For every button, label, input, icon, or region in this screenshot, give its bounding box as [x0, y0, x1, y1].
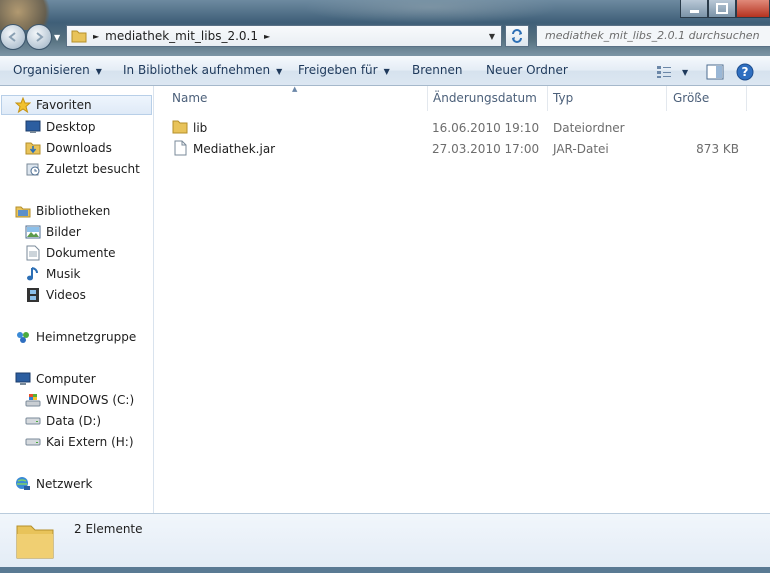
- breadcrumb-separator-icon[interactable]: ►: [93, 32, 99, 41]
- nav-computer[interactable]: Computer: [15, 369, 96, 389]
- file-name: Mediathek.jar: [193, 142, 276, 156]
- item-count: 2 Elemente: [74, 522, 143, 536]
- nav-videos[interactable]: Videos: [25, 285, 86, 305]
- file-type: JAR-Datei: [553, 142, 609, 156]
- burn-button[interactable]: Brennen: [412, 63, 462, 77]
- window-border: [0, 567, 770, 573]
- nav-drive-d[interactable]: Data (D:): [25, 411, 101, 431]
- music-note-icon: [25, 266, 41, 282]
- column-header-modified[interactable]: Änderungsdatum: [428, 86, 548, 111]
- folder-icon: [71, 30, 87, 43]
- view-controls: ▼ ?: [656, 63, 754, 81]
- file-list: ▲ Name Änderungsdatum Typ Größe lib 16.0…: [154, 85, 770, 513]
- computer-icon: [15, 371, 31, 387]
- file-icon: [174, 140, 187, 156]
- maximize-button[interactable]: [708, 0, 736, 18]
- table-row[interactable]: lib 16.06.2010 19:10 Dateiordner: [154, 118, 770, 138]
- file-name: lib: [193, 121, 208, 135]
- downloads-folder-icon: [25, 140, 41, 156]
- folder-icon: [172, 120, 188, 134]
- nav-drive-h[interactable]: Kai Extern (H:): [25, 432, 134, 452]
- close-button[interactable]: [736, 0, 770, 18]
- chevron-down-icon: ▼: [383, 67, 390, 76]
- organize-menu[interactable]: Organisieren ▼: [13, 63, 102, 77]
- nav-recent[interactable]: Zuletzt besucht: [25, 159, 140, 179]
- breadcrumb-item[interactable]: mediathek_mit_libs_2.0.1: [105, 29, 258, 43]
- recent-locations-dropdown[interactable]: ▼: [54, 33, 60, 42]
- share-with-menu[interactable]: Freigeben für ▼: [298, 63, 390, 77]
- star-icon: [15, 97, 31, 113]
- external-drive-icon: [25, 434, 41, 450]
- file-type: Dateiordner: [553, 121, 625, 135]
- address-bar[interactable]: ► mediathek_mit_libs_2.0.1 ► ▼: [66, 25, 502, 47]
- file-modified: 27.03.2010 17:00: [432, 142, 540, 156]
- chevron-down-icon: ▼: [95, 67, 102, 76]
- search-input[interactable]: mediathek_mit_libs_2.0.1 durchsuchen: [536, 25, 770, 47]
- nav-libraries[interactable]: Bibliotheken: [15, 201, 110, 221]
- large-folder-icon: [16, 525, 54, 559]
- nav-network[interactable]: Netzwerk: [15, 474, 92, 494]
- help-icon[interactable]: ?: [736, 63, 754, 81]
- change-view-icon[interactable]: [656, 65, 672, 79]
- column-header-size[interactable]: Größe: [667, 86, 747, 111]
- refresh-button[interactable]: [505, 25, 529, 47]
- file-size: 873 KB: [696, 142, 739, 156]
- column-header-type[interactable]: Typ: [548, 86, 667, 111]
- forward-arrow-icon: [36, 32, 44, 42]
- pictures-icon: [25, 224, 41, 240]
- title-bar: ▼ ► mediathek_mit_libs_2.0.1 ► ▼ mediath…: [0, 0, 770, 56]
- refresh-icon: [512, 29, 522, 43]
- svg-text:?: ?: [742, 65, 749, 79]
- window-controls: [680, 0, 770, 18]
- nav-desktop[interactable]: Desktop: [25, 117, 96, 137]
- nav-downloads[interactable]: Downloads: [25, 138, 112, 158]
- address-dropdown-icon[interactable]: ▼: [489, 32, 495, 41]
- recent-places-icon: [25, 161, 41, 177]
- hard-drive-icon: [25, 413, 41, 429]
- libraries-icon: [15, 203, 31, 219]
- nav-music[interactable]: Musik: [25, 264, 81, 284]
- nav-homegroup[interactable]: Heimnetzgruppe: [15, 327, 136, 347]
- nav-favorites[interactable]: Favoriten: [1, 95, 152, 115]
- new-folder-button[interactable]: Neuer Ordner: [486, 63, 568, 77]
- column-header-name[interactable]: Name: [154, 86, 428, 111]
- chevron-down-icon: ▼: [276, 67, 283, 76]
- forward-button[interactable]: [26, 24, 52, 50]
- back-arrow-icon: [8, 32, 16, 42]
- network-icon: [15, 476, 31, 492]
- nav-documents[interactable]: Dokumente: [25, 243, 116, 263]
- breadcrumb-separator-icon[interactable]: ►: [264, 32, 270, 41]
- table-row[interactable]: Mediathek.jar 27.03.2010 17:00 JAR-Datei…: [154, 139, 770, 159]
- minimize-button[interactable]: [680, 0, 708, 18]
- desktop-icon: [25, 119, 41, 135]
- navigation-pane: Favoriten Desktop Downloads Zuletzt besu…: [0, 86, 154, 513]
- view-dropdown-icon[interactable]: ▼: [682, 68, 688, 77]
- include-in-library-menu[interactable]: In Bibliothek aufnehmen ▼: [123, 63, 282, 77]
- details-pane: 2 Elemente: [0, 513, 770, 568]
- film-strip-icon: [25, 287, 41, 303]
- documents-icon: [25, 245, 41, 261]
- nav-drive-c[interactable]: WINDOWS (C:): [25, 390, 134, 410]
- back-button[interactable]: [0, 24, 26, 50]
- homegroup-icon: [15, 329, 31, 345]
- preview-pane-icon[interactable]: [706, 64, 724, 80]
- file-modified: 16.06.2010 19:10: [432, 121, 540, 135]
- windows-drive-icon: [25, 392, 41, 408]
- command-bar: Organisieren ▼ In Bibliothek aufnehmen ▼ F…: [0, 56, 770, 86]
- nav-pictures[interactable]: Bilder: [25, 222, 81, 242]
